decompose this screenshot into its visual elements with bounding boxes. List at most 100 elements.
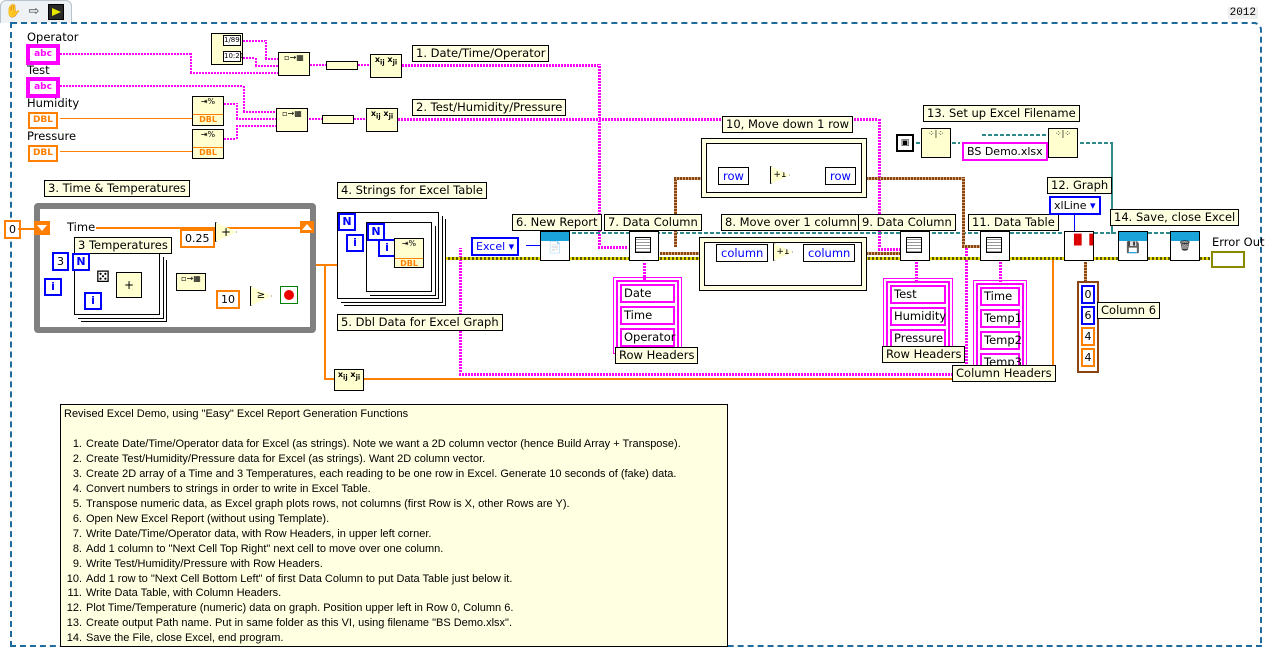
wire bbox=[643, 262, 646, 280]
filename-constant[interactable]: BS Demo.xlsx bbox=[962, 142, 1048, 161]
wire bbox=[866, 177, 963, 180]
count-terminal: N bbox=[338, 213, 356, 231]
wire bbox=[866, 252, 902, 255]
hand-tool-icon[interactable]: ✋ bbox=[5, 4, 21, 20]
append-table-vi-3[interactable] bbox=[980, 231, 1010, 261]
date-output: 1/89 bbox=[223, 35, 241, 46]
number-to-string-node[interactable]: ⇥% DBL bbox=[394, 238, 424, 268]
array-element[interactable]: Time bbox=[980, 287, 1020, 306]
comment-title: Revised Excel Demo, using "Easy" Excel R… bbox=[64, 408, 409, 420]
column-headers-array[interactable]: Time Temp1 Temp2 Temp3 bbox=[973, 280, 1027, 379]
transpose-node[interactable]: xij xji bbox=[334, 369, 364, 391]
note-13: 13. Set up Excel Filename bbox=[923, 105, 1080, 122]
shift-register-right[interactable] bbox=[300, 221, 314, 233]
count-constant[interactable]: 3 bbox=[52, 252, 69, 271]
comment-item: 10. Add 1 row to "Next Cell Bottom Left" … bbox=[64, 572, 724, 587]
humidity-control[interactable]: DBL bbox=[28, 112, 58, 129]
arrow-tool-icon[interactable]: ⇨ bbox=[26, 4, 42, 20]
report-type-value: Excel bbox=[476, 240, 506, 253]
wire bbox=[674, 177, 704, 180]
bundle-row-structure[interactable]: row +1 row bbox=[701, 138, 867, 198]
iteration-terminal: i bbox=[44, 278, 62, 296]
array-element[interactable]: Time bbox=[620, 306, 675, 325]
report-type-select[interactable]: Excel ▾ bbox=[471, 237, 520, 256]
note-11: 11. Data Table bbox=[968, 214, 1059, 231]
comment-item: 6. Open New Excel Report (without using T… bbox=[64, 512, 724, 527]
stop-value-constant[interactable]: 10 bbox=[216, 290, 240, 309]
graph-position-array[interactable]: 0 6 4 4 bbox=[1077, 281, 1099, 373]
comment-item: 4. Convert numbers to strings in order to… bbox=[64, 482, 724, 497]
reshape-node[interactable] bbox=[322, 115, 354, 124]
bundle-row: row bbox=[825, 167, 856, 185]
dispose-report-vi[interactable]: 🗑 bbox=[1170, 231, 1200, 261]
array-element[interactable]: Date bbox=[620, 284, 675, 303]
operator-control[interactable]: abc bbox=[26, 44, 60, 65]
current-vi-path-icon[interactable]: ▣ bbox=[896, 134, 914, 152]
row-headers-array-1[interactable]: Date Time Operator bbox=[613, 277, 682, 354]
position-column[interactable]: 6 bbox=[1083, 308, 1093, 323]
comment-item-number: 13. bbox=[66, 617, 82, 630]
position-value[interactable]: 4 bbox=[1083, 350, 1093, 365]
test-control[interactable]: abc bbox=[26, 77, 60, 98]
graph-type-select[interactable]: xlLine ▾ bbox=[1049, 196, 1101, 215]
random-dice-icon[interactable]: ⚄ bbox=[96, 268, 114, 286]
bundle-column-structure[interactable]: column +1 column bbox=[699, 237, 867, 291]
save-report-vi[interactable]: 💾 bbox=[1118, 231, 1148, 261]
build-path-node[interactable]: ⁘|⁘ bbox=[1048, 128, 1078, 158]
pressure-control[interactable]: DBL bbox=[28, 145, 58, 162]
strip-path-node[interactable]: ⁘|⁘ bbox=[921, 128, 951, 158]
note-3: 3. Time & Temperatures bbox=[44, 180, 190, 197]
wire bbox=[190, 53, 192, 73]
new-report-vi[interactable]: 📄 bbox=[540, 231, 570, 261]
comment-item-text: Write Data Table, with Column Headers. bbox=[86, 587, 282, 600]
comment-item: 2. Create Test/Humidity/Pressure data for… bbox=[64, 452, 724, 467]
vi-icon[interactable] bbox=[48, 4, 64, 20]
comment-item-number: 5. bbox=[72, 497, 82, 510]
wire-path bbox=[982, 134, 1047, 136]
position-row[interactable]: 0 bbox=[1083, 287, 1093, 302]
compound-add-node[interactable]: + bbox=[116, 272, 142, 298]
wire bbox=[962, 177, 965, 247]
comment-item-text: Create output Path name. Put in same fol… bbox=[86, 617, 513, 630]
array-element[interactable]: Temp2 bbox=[980, 331, 1022, 350]
wire bbox=[236, 125, 238, 139]
excel-insert-graph-vi[interactable]: ▐▌▐ bbox=[1064, 231, 1094, 261]
row-headers-array-2[interactable]: Test Humidity Pressure bbox=[883, 278, 953, 355]
array-element[interactable]: Test bbox=[890, 285, 946, 304]
error-out-label: Error Out bbox=[1212, 235, 1265, 249]
shift-register-left[interactable] bbox=[34, 221, 50, 235]
wire-operator bbox=[60, 53, 190, 55]
bundle-column: column bbox=[803, 244, 856, 262]
comment-item-text: Plot Time/Temperature (numeric) data on … bbox=[86, 602, 514, 615]
number-to-string-node[interactable]: ⇥% DBL bbox=[192, 96, 224, 126]
version-label: 2012 bbox=[1227, 7, 1258, 19]
wire bbox=[459, 248, 462, 375]
append-table-vi-1[interactable] bbox=[629, 231, 659, 261]
array-element[interactable]: Temp1 bbox=[980, 309, 1022, 328]
wire-row1-out bbox=[402, 64, 599, 67]
build-array-node[interactable]: ▫→▦ bbox=[276, 108, 308, 132]
transpose-node[interactable]: xij xji bbox=[366, 108, 398, 132]
comment-list: 1. Create Date/Time/Operator data for Exc… bbox=[64, 437, 724, 646]
comment-item: 12. Plot Time/Temperature (numeric) data … bbox=[64, 601, 724, 616]
transpose-node[interactable]: xij xji bbox=[370, 54, 402, 78]
array-element[interactable]: Humidity bbox=[890, 307, 946, 326]
wire bbox=[236, 118, 276, 120]
comment-item-number: 2. bbox=[72, 452, 82, 465]
wire bbox=[526, 245, 540, 246]
append-table-vi-2[interactable] bbox=[900, 231, 930, 261]
reshape-node[interactable] bbox=[326, 61, 358, 70]
array-element[interactable]: Operator bbox=[620, 328, 675, 347]
note-14: 14. Save, close Excel bbox=[1110, 209, 1240, 226]
pressure-label: Pressure bbox=[27, 129, 77, 143]
position-value[interactable]: 4 bbox=[1083, 329, 1093, 344]
build-array-node[interactable]: ▫→▦ bbox=[176, 273, 206, 291]
comment-item-text: Save the File, close Excel, end program. bbox=[86, 632, 284, 645]
comment-item-text: Transpose numeric data, as Excel graph p… bbox=[86, 497, 570, 510]
build-array-node[interactable]: ▫→▦ bbox=[278, 52, 310, 76]
get-date-time-string-node[interactable]: 1/89 10:21 bbox=[211, 33, 244, 65]
error-out-indicator[interactable] bbox=[1211, 251, 1245, 268]
stop-terminal[interactable] bbox=[280, 286, 298, 304]
increment-constant[interactable]: 0.25 bbox=[180, 229, 215, 248]
number-to-string-node[interactable]: ⇥% DBL bbox=[192, 129, 224, 159]
